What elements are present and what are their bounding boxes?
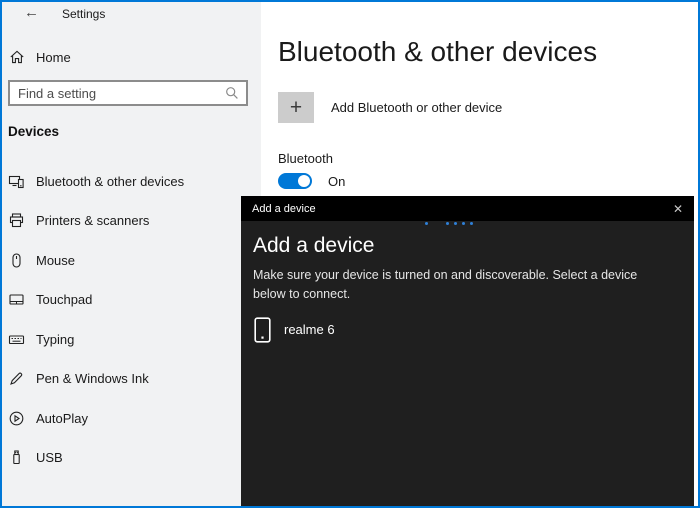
usb-icon bbox=[8, 449, 25, 466]
dialog-titlebar-title: Add a device bbox=[252, 203, 316, 215]
sidebar-item-pen-windows-ink[interactable]: Pen & Windows Ink bbox=[0, 365, 261, 391]
sidebar-item-autoplay[interactable]: AutoPlay bbox=[0, 405, 261, 431]
home-icon bbox=[8, 49, 25, 66]
device-list-item[interactable]: realme 6 bbox=[253, 312, 335, 347]
pen-icon bbox=[8, 370, 25, 387]
sidebar-item-label: Typing bbox=[36, 332, 74, 347]
printer-icon bbox=[8, 212, 25, 229]
bluetooth-toggle-state: On bbox=[328, 174, 345, 189]
sidebar-item-label: USB bbox=[36, 450, 63, 465]
bluetooth-devices-icon bbox=[8, 173, 25, 190]
sidebar-section-devices: Devices bbox=[8, 124, 59, 139]
dialog-heading: Add a device bbox=[253, 234, 374, 258]
phone-icon bbox=[253, 316, 271, 343]
sidebar-item-label: AutoPlay bbox=[36, 411, 88, 426]
sidebar-item-usb[interactable]: USB bbox=[0, 444, 261, 470]
close-icon[interactable]: ✕ bbox=[662, 196, 694, 221]
sidebar-item-label: Pen & Windows Ink bbox=[36, 371, 149, 386]
touchpad-icon bbox=[8, 291, 25, 308]
sidebar-item-typing[interactable]: Typing bbox=[0, 326, 261, 352]
progress-dots-indicator bbox=[425, 222, 485, 225]
sidebar-item-label: Touchpad bbox=[36, 292, 92, 307]
plus-icon[interactable]: + bbox=[278, 92, 314, 123]
bluetooth-toggle-row: On bbox=[278, 173, 345, 189]
autoplay-icon bbox=[8, 410, 25, 427]
settings-window: ← Settings Home Devices Bluetooth & othe… bbox=[0, 0, 700, 508]
dialog-description: Make sure your device is turned on and d… bbox=[253, 266, 667, 303]
toggle-knob bbox=[298, 175, 310, 187]
search-box bbox=[8, 80, 248, 106]
sidebar-item-bluetooth-other-devices[interactable]: Bluetooth & other devices bbox=[0, 168, 261, 194]
search-input[interactable] bbox=[10, 86, 222, 101]
search-icon[interactable] bbox=[222, 83, 242, 103]
sidebar-item-printers-scanners[interactable]: Printers & scanners bbox=[0, 207, 261, 233]
sidebar: ← Settings Home Devices Bluetooth & othe… bbox=[0, 0, 261, 508]
sidebar-item-label: Printers & scanners bbox=[36, 213, 149, 228]
sidebar-item-label: Home bbox=[36, 50, 71, 65]
page-title: Bluetooth & other devices bbox=[278, 36, 597, 68]
add-button-label: Add Bluetooth or other device bbox=[331, 100, 502, 115]
sidebar-item-mouse[interactable]: Mouse bbox=[0, 247, 261, 273]
add-bluetooth-device-button[interactable]: + Add Bluetooth or other device bbox=[278, 92, 502, 123]
bluetooth-label: Bluetooth bbox=[278, 151, 333, 166]
device-name: realme 6 bbox=[284, 322, 335, 337]
window-title: Settings bbox=[62, 7, 105, 21]
mouse-icon bbox=[8, 252, 25, 269]
sidebar-item-home[interactable]: Home bbox=[0, 44, 261, 70]
bluetooth-toggle[interactable] bbox=[278, 173, 312, 189]
sidebar-item-touchpad[interactable]: Touchpad bbox=[0, 286, 261, 312]
add-device-dialog: Add a device ✕ Add a device Make sure yo… bbox=[241, 196, 694, 506]
sidebar-item-label: Bluetooth & other devices bbox=[36, 174, 184, 189]
dialog-titlebar: Add a device ✕ bbox=[241, 196, 694, 221]
keyboard-icon bbox=[8, 331, 25, 348]
back-arrow-icon[interactable]: ← bbox=[24, 4, 39, 21]
sidebar-item-label: Mouse bbox=[36, 253, 75, 268]
